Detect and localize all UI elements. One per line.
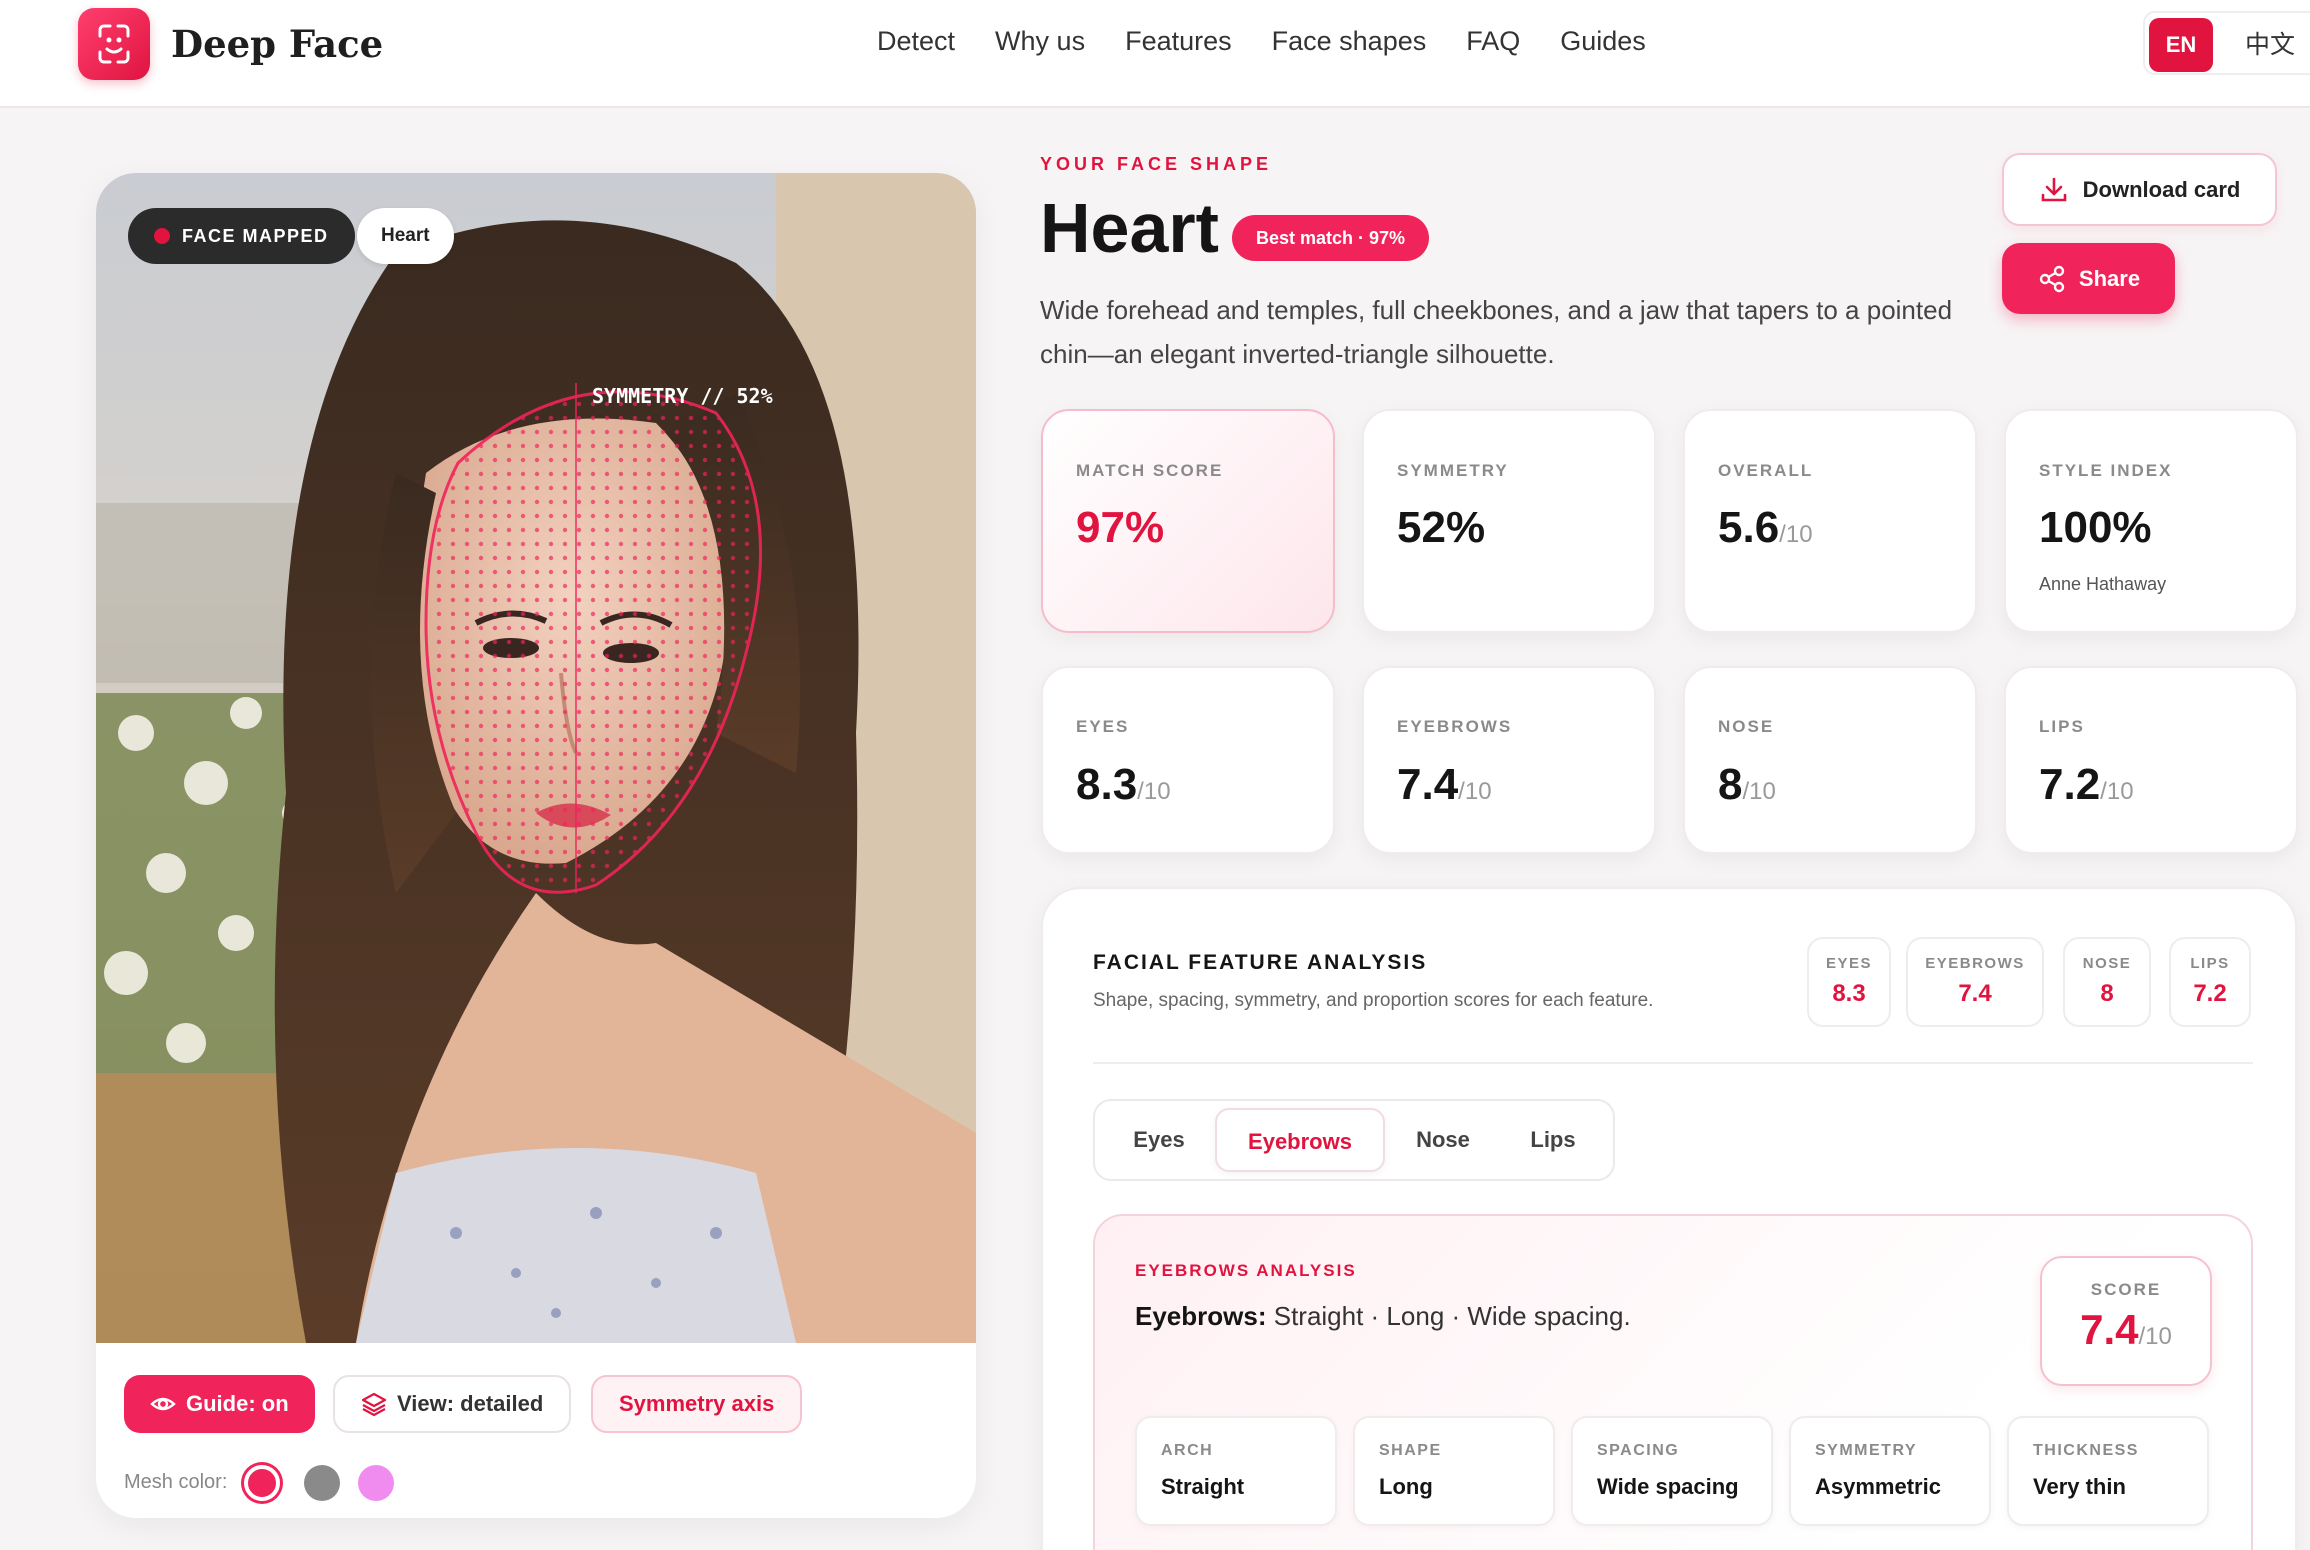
stat-card-style-index: STYLE INDEX 100% Anne Hathaway — [2004, 409, 2298, 633]
mini-score-nose: NOSE 8 — [2063, 937, 2151, 1027]
stat-card-eyes: EYES 8.3/10 — [1041, 666, 1335, 854]
tab-nose[interactable]: Nose — [1393, 1108, 1493, 1172]
status-dot-icon — [154, 228, 170, 244]
attribute-thickness: THICKNESS Very thin — [2007, 1416, 2209, 1526]
detail-summary: Eyebrows: Straight · Long · Wide spacing… — [1135, 1301, 1631, 1331]
stat-label: EYES — [1076, 717, 1130, 736]
layers-icon — [361, 1392, 387, 1417]
portrait-photo: SYMMETRY // 52% — [96, 173, 976, 1343]
detail-score-box: SCORE 7.4/10 — [2040, 1256, 2212, 1386]
logo-icon[interactable] — [78, 8, 150, 80]
detail-eyebrow: EYEBROWS ANALYSIS — [1135, 1261, 1357, 1280]
stat-value: 5.6/10 — [1718, 503, 1813, 552]
tab-eyebrows[interactable]: Eyebrows — [1215, 1108, 1385, 1172]
view-mode-button[interactable]: View: detailed — [333, 1375, 572, 1433]
nav-why-us[interactable]: Why us — [995, 26, 1085, 57]
stat-label: NOSE — [1718, 717, 1775, 736]
view-mode-label: View: detailed — [397, 1391, 544, 1416]
face-shape-chip: Heart — [357, 208, 454, 264]
stat-value: 97% — [1076, 503, 1165, 552]
download-icon — [2041, 177, 2066, 201]
stat-card-match-score: MATCH SCORE 97% — [1041, 409, 1335, 633]
analysis-title: FACIAL FEATURE ANALYSIS — [1093, 951, 1428, 974]
nav-detect[interactable]: Detect — [877, 26, 955, 57]
guide-toggle-label: Guide: on — [186, 1391, 289, 1416]
stat-label: MATCH SCORE — [1076, 461, 1224, 480]
nav-guides[interactable]: Guides — [1560, 26, 1646, 57]
mini-score-eyes: EYES 8.3 — [1807, 937, 1891, 1027]
stat-value: 7.4/10 — [1397, 760, 1492, 809]
divider — [1093, 1062, 2253, 1064]
face-shape-eyebrow: YOUR FACE SHAPE — [1040, 154, 1273, 174]
analysis-subtitle: Shape, spacing, symmetry, and proportion… — [1093, 990, 1654, 1011]
attribute-spacing: SPACING Wide spacing — [1571, 1416, 1773, 1526]
tab-lips[interactable]: Lips — [1505, 1108, 1601, 1172]
feature-analysis-panel: FACIAL FEATURE ANALYSIS Shape, spacing, … — [1041, 887, 2297, 1550]
stat-card-eyebrows: EYEBROWS 7.4/10 — [1362, 666, 1656, 854]
stat-value: 8.3/10 — [1076, 760, 1171, 809]
language-switcher: EN 中文 — [2143, 11, 2310, 75]
share-button[interactable]: Share — [2002, 243, 2175, 314]
stat-label: EYEBROWS — [1397, 717, 1513, 736]
detail-score-value: 7.4/10 — [2080, 1306, 2172, 1353]
top-header: Deep Face Detect Why us Features Face sh… — [0, 0, 2310, 108]
face-mapped-label: FACE MAPPED — [182, 226, 329, 246]
attribute-symmetry: SYMMETRY Asymmetric — [1789, 1416, 1991, 1526]
symmetry-overlay-label: SYMMETRY // 52% — [592, 384, 773, 408]
best-match-badge: Best match · 97% — [1232, 215, 1430, 261]
photo-card: SYMMETRY // 52% FACE MAPPED Heart Guide:… — [96, 173, 976, 1518]
nav-features[interactable]: Features — [1125, 26, 1232, 57]
stat-value: 100% — [2039, 503, 2152, 552]
feature-tabs: Eyes Eyebrows Nose Lips — [1093, 1099, 1615, 1181]
stat-label: STYLE INDEX — [2039, 461, 2173, 480]
mini-score-eyebrows: EYEBROWS 7.4 — [1906, 937, 2044, 1027]
nav-faq[interactable]: FAQ — [1466, 26, 1520, 57]
stat-value: 8/10 — [1718, 760, 1776, 809]
mini-score-lips: LIPS 7.2 — [2169, 937, 2251, 1027]
share-label: Share — [2078, 265, 2141, 291]
brand-name[interactable]: Deep Face — [171, 22, 383, 66]
eye-icon — [150, 1397, 176, 1411]
face-mapped-chip: FACE MAPPED — [128, 208, 355, 264]
share-icon — [2039, 265, 2065, 292]
mesh-color-swatch-pink[interactable] — [358, 1465, 394, 1501]
stat-card-symmetry: SYMMETRY 52% — [1362, 409, 1656, 633]
stat-card-lips: LIPS 7.2/10 — [2004, 666, 2298, 854]
stat-label: SYMMETRY — [1397, 461, 1509, 480]
attribute-shape: SHAPE Long — [1353, 1416, 1555, 1526]
eyebrows-analysis-card: EYEBROWS ANALYSIS Eyebrows: Straight · L… — [1093, 1214, 2253, 1550]
main-nav: Detect Why us Features Face shapes FAQ G… — [877, 26, 1646, 57]
detail-score-label: SCORE — [2090, 1280, 2162, 1299]
mesh-color-swatch-red[interactable] — [244, 1465, 280, 1501]
nav-face-shapes[interactable]: Face shapes — [1272, 26, 1427, 57]
stat-label: LIPS — [2039, 717, 2085, 736]
style-match-name: Anne Hathaway — [2039, 574, 2167, 594]
lang-zh-button[interactable]: 中文 — [2245, 25, 2295, 61]
stat-value: 7.2/10 — [2039, 760, 2134, 809]
symmetry-axis-button[interactable]: Symmetry axis — [591, 1375, 803, 1433]
download-card-label: Download card — [2082, 176, 2241, 202]
guide-toggle-button[interactable]: Guide: on — [124, 1375, 315, 1433]
face-shape-description: Wide forehead and temples, full cheekbon… — [1040, 295, 1953, 369]
tab-eyes[interactable]: Eyes — [1109, 1108, 1209, 1172]
stat-card-overall: OVERALL 5.6/10 — [1683, 409, 1977, 633]
attribute-arch: ARCH Straight — [1135, 1416, 1337, 1526]
face-shape-title: Heart — [1040, 189, 1219, 267]
lang-en-button[interactable]: EN — [2149, 18, 2213, 72]
stat-value: 52% — [1397, 503, 1486, 552]
stat-card-nose: NOSE 8/10 — [1683, 666, 1977, 854]
stat-label: OVERALL — [1718, 461, 1814, 480]
download-card-button[interactable]: Download card — [2002, 153, 2277, 226]
mesh-color-label: Mesh color: — [124, 1471, 228, 1493]
mesh-color-swatch-gray[interactable] — [304, 1465, 340, 1501]
